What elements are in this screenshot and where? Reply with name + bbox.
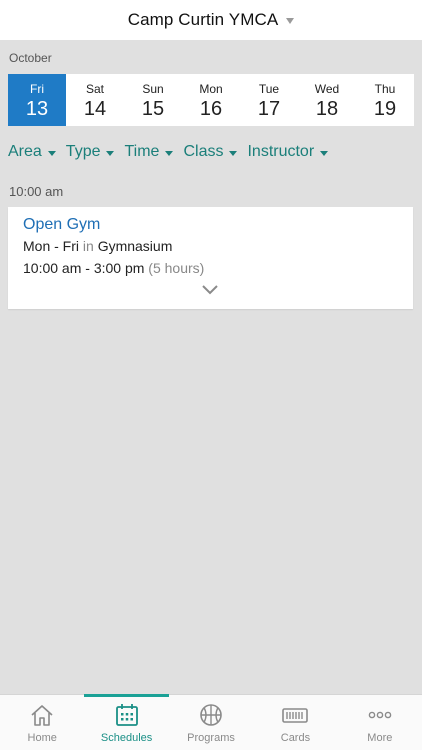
chevron-down-icon[interactable] — [202, 285, 218, 295]
event-time-range: 10:00 am - 3:00 pm — [23, 260, 145, 276]
basketball-icon — [200, 704, 222, 726]
filter-label: Area — [8, 143, 42, 160]
location-title: Camp Curtin YMCA — [127, 10, 279, 29]
card-icon — [282, 708, 309, 723]
tab-more[interactable]: More — [338, 695, 422, 750]
event-card[interactable]: Open Gym Mon - Fri in Gymnasium 10:00 am… — [8, 207, 413, 309]
day-number: 19 — [373, 98, 397, 120]
day-of-week: Mon — [199, 82, 223, 96]
day-tue-17[interactable]: Tue 17 — [240, 74, 298, 126]
day-thu-19[interactable]: Thu 19 — [356, 74, 414, 126]
filter-time[interactable]: Time — [124, 143, 174, 161]
calendar-icon — [115, 704, 138, 726]
tab-schedules[interactable]: Schedules — [84, 694, 170, 750]
filter-label: Time — [124, 143, 160, 160]
caret-down-icon — [165, 150, 174, 156]
day-of-week: Fri — [30, 82, 44, 96]
month-label: October — [9, 51, 52, 65]
date-strip: Fri 13 Sat 14 Sun 15 Mon 16 Tue 17 Wed 1… — [8, 74, 414, 126]
day-wed-18[interactable]: Wed 18 — [298, 74, 356, 126]
filter-bar: Area Type Time Class Instructor — [8, 143, 329, 161]
day-number: 15 — [141, 98, 165, 120]
caret-down-icon — [320, 150, 329, 156]
filter-label: Class — [183, 143, 224, 160]
filter-area[interactable]: Area — [8, 143, 56, 161]
app-screen: Camp Curtin YMCA October Fri 13 Sat 14 S… — [0, 0, 422, 750]
tab-programs[interactable]: Programs — [169, 695, 253, 750]
filter-instructor[interactable]: Instructor — [247, 143, 329, 161]
filter-label: Instructor — [247, 143, 315, 160]
day-sun-15[interactable]: Sun 15 — [124, 74, 182, 126]
event-time: 10:00 am - 3:00 pm (5 hours) — [23, 260, 204, 276]
day-fri-13[interactable]: Fri 13 — [8, 74, 66, 126]
home-icon — [31, 705, 53, 726]
caret-down-icon — [229, 150, 238, 156]
day-of-week: Wed — [314, 82, 340, 96]
in-word: in — [82, 238, 94, 254]
event-title[interactable]: Open Gym — [23, 216, 100, 234]
tab-label: Schedules — [100, 732, 153, 744]
time-slot-heading: 10:00 am — [9, 184, 64, 199]
event-days: Mon - Fri — [23, 238, 79, 254]
caret-down-icon — [286, 18, 295, 24]
tab-bar: Home Schedules Programs Cards More — [0, 694, 422, 750]
caret-down-icon — [106, 150, 115, 156]
day-of-week: Tue — [258, 82, 280, 96]
day-number: 14 — [83, 98, 107, 120]
filter-class[interactable]: Class — [183, 143, 238, 161]
event-location: Gymnasium — [97, 238, 173, 254]
day-of-week: Thu — [374, 82, 396, 96]
tab-label: Cards — [280, 732, 311, 744]
day-number: 18 — [315, 98, 339, 120]
day-number: 17 — [257, 98, 281, 120]
tab-home[interactable]: Home — [0, 695, 84, 750]
more-icon — [368, 711, 392, 719]
tab-label: Programs — [187, 732, 235, 744]
day-number: 16 — [199, 98, 223, 120]
event-days-location: Mon - Fri in Gymnasium — [23, 238, 172, 254]
tab-label: More — [367, 732, 393, 744]
day-of-week: Sat — [85, 82, 104, 96]
day-mon-16[interactable]: Mon 16 — [182, 74, 240, 126]
event-duration: (5 hours) — [148, 260, 205, 276]
filter-type[interactable]: Type — [66, 143, 115, 161]
filter-label: Type — [65, 143, 101, 160]
caret-down-icon — [47, 150, 56, 156]
day-of-week: Sun — [142, 82, 164, 96]
tab-label: Home — [27, 732, 57, 744]
tab-cards[interactable]: Cards — [253, 695, 337, 750]
location-selector[interactable]: Camp Curtin YMCA — [0, 0, 422, 40]
day-number: 13 — [25, 98, 49, 120]
day-sat-14[interactable]: Sat 14 — [66, 74, 124, 126]
